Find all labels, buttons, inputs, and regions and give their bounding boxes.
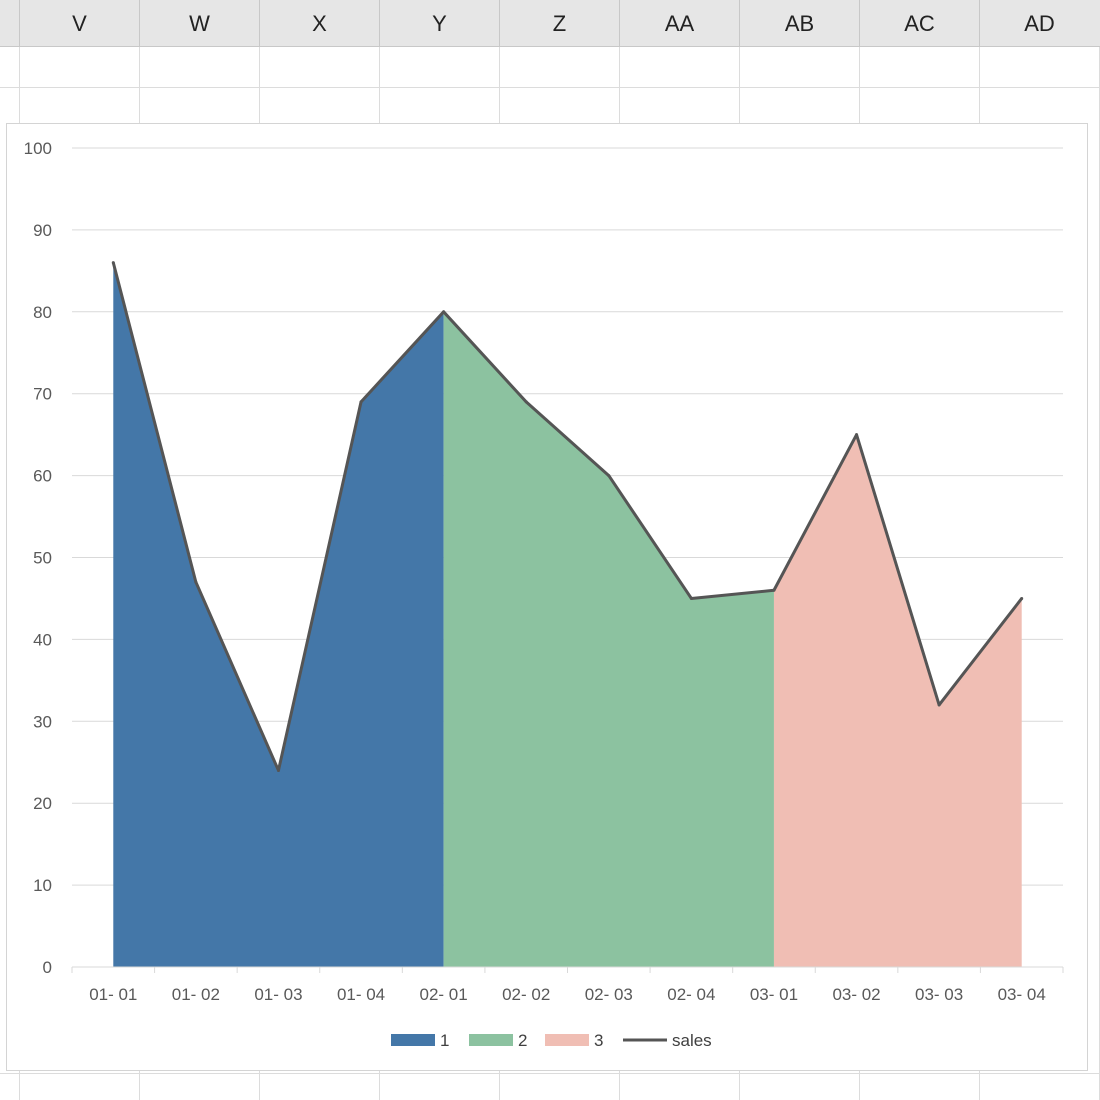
legend-label: 2 bbox=[518, 1031, 527, 1050]
y-tick-label: 0 bbox=[43, 958, 52, 977]
legend: 1 2 3 sales bbox=[391, 1031, 712, 1050]
grid-row-line bbox=[0, 87, 1100, 88]
sales-point bbox=[442, 310, 446, 314]
x-tick-label: 03- 03 bbox=[915, 985, 963, 1004]
column-header-z[interactable]: Z bbox=[499, 0, 619, 47]
area-group-3 bbox=[773, 434, 1022, 967]
area-group-2 bbox=[443, 311, 774, 967]
x-tick-label: 02- 04 bbox=[667, 985, 715, 1004]
sales-point bbox=[607, 474, 611, 478]
x-tick-label: 02- 01 bbox=[420, 985, 468, 1004]
x-tick-label: 01- 04 bbox=[337, 985, 385, 1004]
area-chart: 0 10 20 30 40 50 60 70 80 90 100 01- 01 01- 02 01- 03… bbox=[24, 139, 1064, 1050]
sales-point bbox=[1020, 596, 1024, 600]
area-group-1 bbox=[113, 262, 444, 967]
legend-label: sales bbox=[672, 1031, 712, 1050]
column-header-bar: V W X Y Z AA AB AC AD bbox=[0, 0, 1100, 47]
y-tick-label: 90 bbox=[33, 221, 52, 240]
sales-point bbox=[689, 596, 693, 600]
y-tick-label: 70 bbox=[33, 385, 52, 404]
x-tick-label: 01- 03 bbox=[254, 985, 302, 1004]
sales-point bbox=[937, 703, 941, 707]
y-tick-label: 50 bbox=[33, 549, 52, 568]
x-tick-label: 01- 01 bbox=[89, 985, 137, 1004]
sales-point bbox=[194, 580, 198, 584]
sales-point bbox=[772, 588, 776, 592]
legend-swatch bbox=[545, 1034, 589, 1046]
sales-point bbox=[111, 261, 115, 265]
y-tick-label: 40 bbox=[33, 630, 52, 649]
y-tick-label: 20 bbox=[33, 794, 52, 813]
sales-point bbox=[276, 768, 280, 772]
legend-swatch bbox=[391, 1034, 435, 1046]
column-header-x[interactable]: X bbox=[259, 0, 379, 47]
column-header-v[interactable]: V bbox=[19, 0, 139, 47]
legend-item-sales: sales bbox=[623, 1031, 712, 1050]
column-header-ad[interactable]: AD bbox=[979, 0, 1099, 47]
legend-label: 1 bbox=[440, 1031, 449, 1050]
legend-label: 3 bbox=[594, 1031, 603, 1050]
column-header-aa[interactable]: AA bbox=[619, 0, 739, 47]
legend-item-3: 3 bbox=[545, 1031, 603, 1050]
x-tick-label: 01- 02 bbox=[172, 985, 220, 1004]
y-tick-label: 30 bbox=[33, 712, 52, 731]
column-header-w[interactable]: W bbox=[139, 0, 259, 47]
x-tick-label: 03- 04 bbox=[998, 985, 1046, 1004]
x-tick-label: 03- 01 bbox=[750, 985, 798, 1004]
y-tick-label: 80 bbox=[33, 303, 52, 322]
x-tick-label: 03- 02 bbox=[832, 985, 880, 1004]
y-tick-label: 10 bbox=[33, 876, 52, 895]
legend-swatch bbox=[469, 1034, 513, 1046]
grid-row-line bbox=[0, 1073, 1100, 1074]
chart-area[interactable]: 0 10 20 30 40 50 60 70 80 90 100 01- 01 01- 02 01- 03… bbox=[6, 123, 1088, 1071]
x-tick-label: 02- 03 bbox=[585, 985, 633, 1004]
x-tick-label: 02- 02 bbox=[502, 985, 550, 1004]
legend-item-1: 1 bbox=[391, 1031, 449, 1050]
sales-point bbox=[855, 433, 859, 437]
column-header-ac[interactable]: AC bbox=[859, 0, 979, 47]
legend-item-2: 2 bbox=[469, 1031, 527, 1050]
column-header-ab[interactable]: AB bbox=[739, 0, 859, 47]
y-tick-label: 100 bbox=[24, 139, 52, 158]
sales-point bbox=[524, 400, 528, 404]
sales-point bbox=[359, 400, 363, 404]
column-header-y[interactable]: Y bbox=[379, 0, 499, 47]
y-tick-label: 60 bbox=[33, 467, 52, 486]
